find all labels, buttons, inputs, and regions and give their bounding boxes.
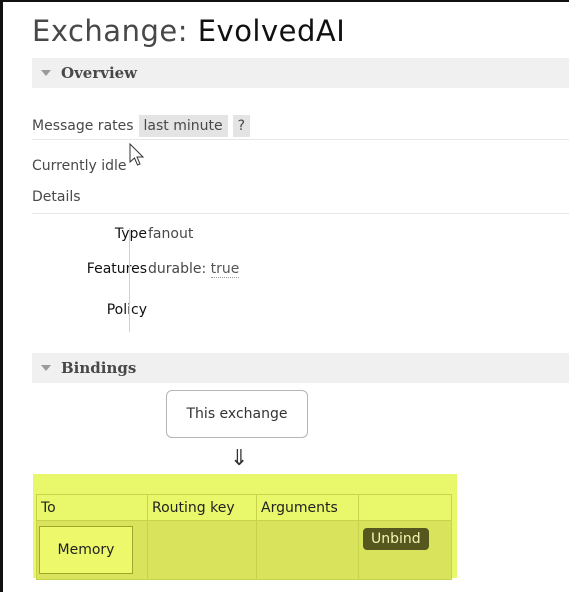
rates-help-button[interactable]: ?	[232, 114, 251, 137]
feature-label: durable:	[148, 261, 207, 277]
bindings-table: To Routing key Arguments Memory Unbind	[36, 494, 452, 580]
detail-row-policy: Policy	[32, 302, 332, 337]
detail-key: Policy	[106, 302, 147, 318]
action-cell: Unbind	[358, 520, 452, 580]
collapse-triangle-icon	[41, 70, 51, 76]
column-header-arguments: Arguments	[256, 494, 359, 521]
page-title: Exchange: EvolvedAI	[32, 14, 345, 48]
arguments-cell	[256, 520, 359, 580]
mouse-pointer-icon	[129, 143, 145, 166]
rate-window-selector[interactable]: last minute	[138, 114, 228, 137]
binding-destination-cell: Memory	[36, 520, 148, 580]
details-label: Details	[32, 189, 569, 214]
bindings-header-label: Bindings	[61, 359, 137, 377]
window-frame-top	[0, 0, 569, 2]
source-exchange-box: This exchange	[166, 390, 308, 438]
column-header-routing-key: Routing key	[147, 494, 257, 521]
overview-header-label: Overview	[61, 64, 138, 82]
status-text: Currently idle	[32, 158, 127, 174]
exchange-name: EvolvedAI	[197, 14, 346, 48]
page-title-prefix: Exchange:	[32, 14, 198, 48]
collapse-triangle-icon	[41, 365, 51, 371]
details-table: Type fanout Features durable: true Polic…	[32, 226, 332, 331]
detail-key: Features	[86, 261, 147, 277]
bindings-section-toggle[interactable]: Bindings	[32, 353, 569, 383]
bindings-header-row: To Routing key Arguments	[36, 494, 452, 521]
message-rates-label: Message rates	[32, 117, 134, 134]
column-header-actions	[358, 494, 452, 521]
detail-value: durable: true	[148, 261, 240, 278]
column-header-to: To	[36, 494, 148, 521]
message-rates-row: Message rates last minute ?	[32, 112, 569, 140]
down-arrow-icon: ⇓	[230, 446, 249, 471]
detail-row-type: Type fanout	[32, 226, 332, 261]
detail-value: fanout	[148, 226, 194, 242]
table-row: Memory Unbind	[36, 520, 452, 580]
unbind-button[interactable]: Unbind	[363, 527, 429, 550]
feature-value: true	[210, 261, 240, 278]
detail-row-features: Features durable: true	[32, 261, 332, 296]
overview-section-toggle[interactable]: Overview	[32, 58, 569, 88]
window-frame-left	[0, 0, 3, 592]
routing-key-cell	[147, 520, 257, 580]
details-divider	[129, 228, 130, 332]
detail-key: Type	[114, 226, 147, 242]
destination-link[interactable]: Memory	[39, 526, 133, 574]
